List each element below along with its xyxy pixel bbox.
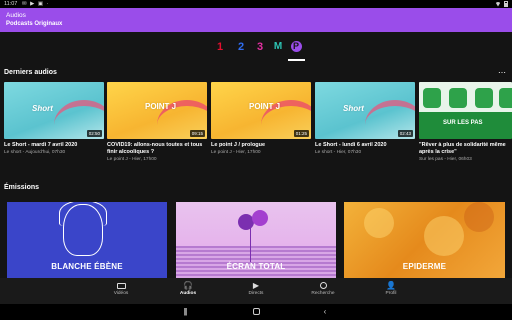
thumbnail-decoration (475, 88, 493, 108)
thumbnail-decoration (449, 88, 467, 108)
episode-thumbnail: POINT J 09:15 (107, 82, 207, 139)
episode-title: Le point J / prologue (211, 142, 266, 148)
episode-card[interactable]: Short 02:43 Le Short - lundi 6 avril 202… (315, 82, 415, 155)
episode-card[interactable]: POINT J 09:15 COVID19: allons-nous toute… (107, 82, 207, 162)
status-indicators (495, 0, 508, 8)
show-card-blanche-ebene[interactable]: BLANCHE ÉBÈNE (7, 202, 167, 278)
nav-audios[interactable]: 🎧 Audios (163, 281, 213, 296)
show-card-ecran-total[interactable]: ÉCRAN TOTAL (176, 202, 336, 278)
episode-thumbnail: Short 02:43 (315, 82, 415, 139)
illustration-texture (364, 208, 394, 238)
show-title: ÉCRAN TOTAL (226, 262, 286, 271)
episode-meta: Le point J - Hier, 17h00 (211, 150, 261, 155)
play-icon: ▶ (252, 281, 260, 290)
episode-thumbnail: Short 02:50 (4, 82, 104, 139)
nav-recherche[interactable]: Recherche (298, 281, 348, 296)
system-navigation-bar: ||| ‹ (0, 304, 512, 320)
more-options-icon[interactable]: ⋯ (498, 68, 506, 77)
brand-tabs: 1 2 3 M P (0, 32, 512, 62)
status-time: 11:07 (4, 1, 18, 7)
app-header: Audios Podcasts Originaux (0, 8, 512, 32)
section-title-shows: Émissions (4, 184, 40, 191)
episode-meta: Le point J - Hier, 17h00 (107, 156, 157, 162)
page-subtitle: Podcasts Originaux (6, 21, 63, 27)
episode-meta: Le short - Hier, 07h30 (315, 150, 362, 155)
episode-title: "Rêver à plus de solidarité même après l… (419, 142, 506, 155)
page-title: Audios (6, 12, 26, 19)
short-logo: Short (32, 104, 53, 113)
episode-title: Le Short - mardi 7 avril 2020 (4, 142, 78, 148)
show-card-epiderme[interactable]: EPIDERME (344, 202, 505, 278)
duration-badge: 09:15 (189, 130, 205, 137)
illustration-texture (424, 216, 464, 256)
illustration-flower (252, 210, 268, 226)
episode-card[interactable]: POINT J 01:25 Le point J / prologue Le p… (211, 82, 311, 155)
headphones-icon: 🎧 (183, 281, 193, 290)
tab-france-1[interactable]: 1 (214, 40, 226, 54)
back-button[interactable]: ‹ (318, 307, 332, 317)
episode-card[interactable]: SUR LES PAS "Rêver à plus de solidarité … (419, 82, 512, 162)
short-logo: Short (343, 104, 364, 113)
point-j-logo: POINT J (249, 102, 281, 111)
duration-badge: 02:50 (86, 130, 102, 137)
search-icon (298, 281, 348, 291)
episode-title: COVID19: allons-nous toutes et tous fini… (107, 142, 203, 155)
home-icon (252, 308, 260, 315)
illustration-face (63, 204, 103, 256)
duration-badge: 02:43 (397, 130, 413, 137)
tab-france-2[interactable]: 2 (235, 40, 247, 54)
nav-label: Directs (248, 291, 264, 296)
point-j-logo: POINT J (145, 102, 177, 111)
status-bar: 11:07 ✉ ▶ ▣ · (0, 0, 512, 8)
nav-label: Profil (385, 291, 397, 296)
tab-france-3[interactable]: 3 (254, 40, 266, 54)
section-title-recent: Derniers audios (4, 69, 57, 76)
thumbnail-decoration (499, 88, 512, 108)
thumbnail-decoration (423, 88, 441, 108)
person-icon: 👤 (386, 281, 396, 290)
notification-icons: ✉ ▶ ▣ · (22, 1, 50, 7)
episode-card[interactable]: Short 02:50 Le Short - mardi 7 avril 202… (4, 82, 104, 155)
selected-tab-indicator (288, 59, 305, 61)
show-title: BLANCHE ÉBÈNE (51, 262, 123, 271)
illustration-texture (464, 202, 494, 232)
nav-label: Audios (179, 291, 197, 296)
wifi-icon (495, 1, 501, 7)
tv-icon (96, 281, 146, 291)
episode-meta: Le short - Aujourd'hui, 07h30 (4, 150, 66, 155)
nav-profil[interactable]: 👤 Profil (366, 281, 416, 296)
episode-thumbnail: POINT J 01:25 (211, 82, 311, 139)
recent-apps-button[interactable]: ||| (178, 307, 192, 317)
tab-podcasts[interactable]: P (290, 40, 302, 52)
sur-les-pas-logo: SUR LES PAS (443, 120, 483, 126)
nav-videos[interactable]: Vidéos (96, 281, 146, 296)
nav-directs[interactable]: ▶ Directs (231, 281, 281, 296)
nav-label: Vidéos (113, 291, 129, 296)
nav-label: Recherche (311, 291, 335, 296)
home-button[interactable] (249, 307, 263, 318)
episode-thumbnail: SUR LES PAS (419, 82, 512, 139)
episode-meta: Sur les pas - Hier, 06h03 (419, 156, 472, 162)
episode-title: Le Short - lundi 6 avril 2020 (315, 142, 387, 148)
tab-podcasts-label: P (290, 41, 302, 52)
duration-badge: 01:25 (293, 130, 309, 137)
battery-icon (504, 1, 508, 7)
tab-monde[interactable]: M (272, 40, 284, 54)
bottom-navigation: Vidéos 🎧 Audios ▶ Directs Recherche 👤 Pr… (0, 278, 512, 304)
show-title: EPIDERME (402, 262, 447, 271)
